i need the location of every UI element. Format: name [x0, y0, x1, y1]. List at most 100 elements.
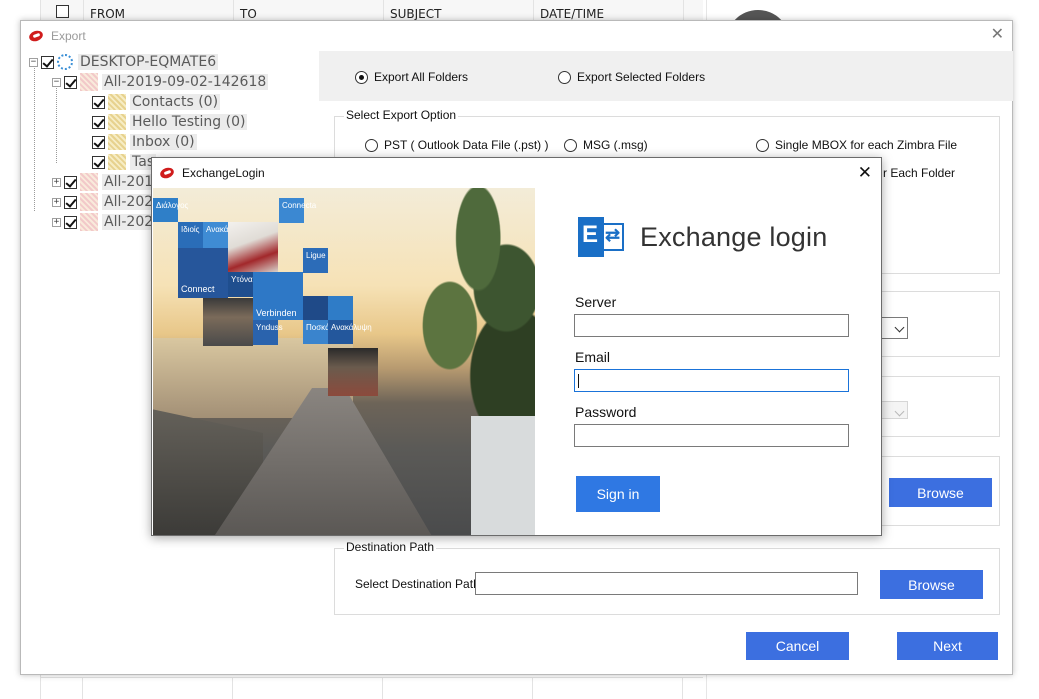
- tree-label: All-2019-09-02-142618: [102, 74, 269, 90]
- exchange-logo-icon: E ⇄: [578, 215, 626, 259]
- tree-node-store[interactable]: + All-202: [52, 192, 156, 212]
- checkbox[interactable]: [92, 115, 105, 129]
- radio-icon[interactable]: [756, 138, 769, 152]
- tree-label: All-202: [102, 214, 156, 230]
- destination-browse-button[interactable]: Browse: [880, 570, 983, 599]
- checkbox[interactable]: [64, 75, 77, 89]
- folder-icon: [108, 154, 126, 170]
- tree-label: DESKTOP-EQMATE6: [78, 54, 219, 70]
- tree-node-folder[interactable]: Inbox (0): [92, 132, 197, 152]
- banner-tile: Connect: [178, 248, 228, 298]
- checkbox[interactable]: [92, 135, 105, 149]
- banner-tile: Ligue: [303, 248, 328, 273]
- folder-icon: [80, 173, 98, 191]
- export-selected-folders-radio[interactable]: Export Selected Folders: [558, 70, 705, 84]
- export-close-icon[interactable]: ✕: [991, 27, 1004, 43]
- tree-node-store[interactable]: + All-201: [52, 172, 156, 192]
- password-label: Password: [575, 404, 637, 420]
- server-label: Server: [575, 294, 617, 310]
- msg-radio[interactable]: MSG (.msg): [564, 138, 648, 152]
- lips-logo-icon: [29, 30, 45, 42]
- lips-logo-icon: [160, 167, 176, 179]
- chevron-down-icon: [894, 406, 905, 417]
- folder-icon: [80, 73, 98, 91]
- radio-icon[interactable]: [558, 70, 571, 84]
- destination-label: Select Destination Path: [355, 577, 480, 591]
- export-scope-bar: Export All Folders Export Selected Folde…: [319, 51, 1013, 101]
- tree-node-root[interactable]: − DESKTOP-EQMATE6: [29, 52, 219, 72]
- export-option-caption: Select Export Option: [344, 108, 459, 122]
- expand-icon[interactable]: +: [52, 197, 61, 207]
- checkbox[interactable]: [64, 215, 77, 229]
- tree-node-store[interactable]: − All-2019-09-02-142618: [52, 72, 269, 92]
- destination-caption: Destination Path: [344, 540, 437, 554]
- checkbox[interactable]: [41, 55, 54, 69]
- exchange-banner-image: Διάλογος Ιδιοίς Ανακάλυψη Connect Verbin…: [153, 188, 535, 535]
- exchange-login-heading: Exchange login: [640, 222, 828, 252]
- radio-selected-icon[interactable]: [355, 70, 368, 84]
- export-all-label: Export All Folders: [374, 70, 469, 84]
- person-photo: [228, 222, 278, 272]
- sign-in-button[interactable]: Sign in: [576, 476, 660, 512]
- per-folder-option-label[interactable]: r Each Folder: [883, 166, 955, 180]
- exchange-login-title: ExchangeLogin: [182, 166, 265, 180]
- pst-label: PST ( Outlook Data File (.pst) ): [384, 138, 549, 152]
- password-input[interactable]: [574, 424, 849, 447]
- cancel-button[interactable]: Cancel: [746, 632, 849, 660]
- email-input[interactable]: [574, 369, 849, 392]
- banner-tile: Ynduss: [253, 320, 283, 345]
- tree-node-folder[interactable]: Tas: [92, 152, 157, 172]
- folder-icon: [108, 94, 126, 110]
- tree-node-folder[interactable]: Contacts (0): [92, 92, 221, 112]
- tree-label: All-201: [102, 174, 156, 190]
- export-selected-label: Export Selected Folders: [577, 70, 706, 84]
- exchange-logo-letter: E: [582, 221, 599, 248]
- exchange-login-dialog: ExchangeLogin ✕ Διάλογος Ιδιοίς Ανακάλυψ…: [151, 157, 882, 536]
- banner-tile: Υτόνα: [228, 272, 253, 297]
- export-titlebar: Export: [21, 21, 1012, 51]
- server-input[interactable]: [574, 314, 849, 337]
- tree-node-store[interactable]: + All-202: [52, 212, 156, 232]
- text-caret: [578, 374, 579, 388]
- banner-tile: Connecta: [279, 198, 316, 223]
- person-photo: [203, 298, 253, 346]
- radio-icon[interactable]: [564, 138, 577, 152]
- radio-icon[interactable]: [365, 138, 378, 152]
- pst-radio[interactable]: PST ( Outlook Data File (.pst) ): [365, 138, 549, 152]
- chevron-down-icon: [894, 322, 905, 333]
- banner-tile: Ανακάλυψη: [203, 222, 247, 248]
- expand-icon[interactable]: +: [52, 177, 61, 187]
- browse-button[interactable]: Browse: [889, 478, 992, 507]
- next-button[interactable]: Next: [897, 632, 998, 660]
- expand-icon[interactable]: +: [52, 217, 61, 227]
- banner-tile: Verbinden: [253, 272, 303, 320]
- tree-node-folder[interactable]: Hello Testing (0): [92, 112, 248, 132]
- banner-tile: Ανακάλυψη: [328, 320, 372, 344]
- email-label: Email: [575, 349, 611, 365]
- mbox-radio[interactable]: Single MBOX for each Zimbra File: [756, 138, 957, 152]
- export-all-folders-radio[interactable]: Export All Folders: [355, 70, 468, 84]
- exchange-login-titlebar: ExchangeLogin: [152, 158, 881, 188]
- computer-icon: [57, 54, 73, 70]
- collapse-icon[interactable]: −: [29, 57, 38, 67]
- checkbox[interactable]: [64, 195, 77, 209]
- exchange-close-icon[interactable]: ✕: [858, 164, 872, 181]
- folder-icon: [108, 134, 126, 150]
- tree-label: All-202: [102, 194, 156, 210]
- mbox-label: Single MBOX for each Zimbra File: [775, 138, 958, 152]
- destination-path-input[interactable]: [475, 572, 858, 595]
- banner-tile: Ποσκάβι: [303, 320, 336, 344]
- checkbox[interactable]: [92, 95, 105, 109]
- collapse-icon[interactable]: −: [52, 77, 61, 87]
- tree-label: Contacts (0): [130, 94, 221, 110]
- banner-tile: Ιδιοίς: [178, 222, 203, 248]
- checkbox[interactable]: [64, 175, 77, 189]
- folder-icon: [80, 213, 98, 231]
- folder-icon: [80, 193, 98, 211]
- msg-label: MSG (.msg): [583, 138, 648, 152]
- mail-list-footer: [40, 677, 703, 699]
- tree-label: Hello Testing (0): [130, 114, 248, 130]
- export-window-title: Export: [51, 29, 86, 43]
- checkbox[interactable]: [92, 155, 105, 169]
- destination-group: Destination Path Select Destination Path…: [334, 540, 1000, 615]
